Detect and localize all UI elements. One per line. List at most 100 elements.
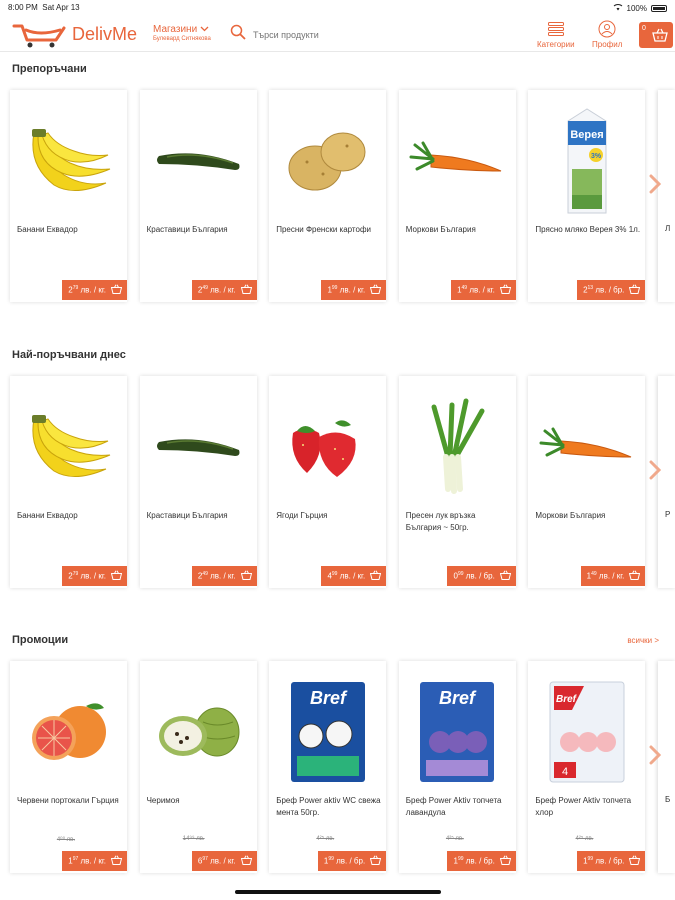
old-price: 4²⁵ лв. — [445, 836, 464, 842]
categories-button[interactable]: Категории — [537, 20, 575, 49]
add-to-cart-button[interactable]: 213 лв. / бр. — [577, 280, 646, 300]
product-card[interactable]: Bref Бреф Power aktiv WC свежа мента 50г… — [269, 661, 387, 873]
basket-icon — [370, 570, 382, 582]
add-to-cart-button[interactable]: 197 лв. / кг. — [62, 851, 127, 871]
chevron-right-icon[interactable] — [649, 460, 662, 480]
add-to-cart-button[interactable]: 199 лв. / бр. — [317, 851, 387, 871]
product-card[interactable]: Краставици България 249 лв. / кг. — [139, 376, 257, 588]
add-to-cart-button[interactable]: 199 лв. / кг. — [321, 280, 387, 300]
bref-chlorine-icon: Bref 4 — [528, 673, 645, 791]
search-bar[interactable] — [230, 24, 453, 45]
product-price: 149 лв. / кг. — [587, 571, 625, 581]
add-to-cart-button[interactable]: 199 лв. / бр. — [447, 851, 516, 871]
add-to-cart-button[interactable]: 499 лв. / кг. — [321, 566, 387, 586]
svg-text:Bref: Bref — [439, 688, 477, 708]
categories-label: Категории — [537, 40, 575, 49]
product-card[interactable]: Моркови България 149 лв. / кг. — [398, 90, 516, 302]
profile-button[interactable]: Профил — [592, 20, 622, 49]
store-address: Булевард Ситнякова — [153, 36, 211, 42]
product-price: 499 лв. / кг. — [327, 571, 365, 581]
product-card-partial[interactable]: Л — [658, 90, 675, 302]
product-price: 197 лв. / кг. — [68, 856, 106, 866]
product-name-partial: Л — [665, 224, 671, 233]
menu-icon — [547, 20, 564, 38]
add-to-cart-button[interactable]: 149 лв. / кг. — [580, 566, 646, 586]
cart-button[interactable]: 0 — [639, 22, 673, 48]
product-card[interactable]: Bref Бреф Power Aktiv топчета лавандула 4… — [398, 661, 516, 873]
product-card[interactable]: Банани Еквадор 279 лв. / кг. — [10, 90, 127, 302]
price-unit: лв. / кг. — [339, 571, 366, 581]
product-card[interactable]: Краставици България 249 лв. / кг. — [139, 90, 257, 302]
price-decimal: 99 — [331, 571, 338, 578]
store-selector[interactable]: Магазини Булевард Ситнякова — [153, 24, 211, 42]
basket-icon — [240, 855, 252, 867]
price-decimal: 99 — [587, 856, 594, 863]
add-to-cart-button[interactable]: 099 лв. / бр. — [447, 566, 516, 586]
svg-text:Верея: Верея — [570, 129, 603, 141]
price-decimal: 99 — [457, 856, 464, 863]
svg-text:3%: 3% — [591, 153, 602, 160]
cucumber-icon — [140, 102, 257, 220]
old-price: 4²⁵ лв. — [316, 836, 335, 842]
product-name: Прясно мляко Верея 3% 1л. — [535, 225, 641, 234]
product-name-partial: Б — [665, 795, 671, 804]
carrot-icon — [528, 388, 645, 506]
add-to-cart-button[interactable]: 199 лв. / бр. — [577, 851, 646, 871]
product-card[interactable]: Моркови България 149 лв. / кг. — [528, 376, 646, 588]
basket-icon — [370, 284, 382, 296]
green-onion-icon — [399, 388, 516, 506]
bref-mint-icon: Bref — [269, 673, 386, 791]
product-card-partial[interactable]: Р — [658, 376, 675, 588]
cart-count: 0 — [642, 25, 646, 32]
price-decimal: 99 — [328, 856, 334, 863]
old-price: 4²⁵ лв. — [575, 836, 594, 842]
product-card[interactable]: Банани Еквадор 279 лв. / кг. — [10, 376, 127, 588]
product-card[interactable]: Bref 4 Бреф Power Aktiv топчета хлор 4²⁵ л… — [528, 661, 646, 873]
search-input[interactable] — [253, 29, 453, 40]
basket-icon — [499, 855, 511, 867]
basket-icon — [499, 570, 511, 582]
status-bar: 8:00 PM Sat Apr 13 100% — [0, 0, 675, 14]
product-card[interactable]: Пресни Френски картофи 199 лв. / кг. — [269, 90, 387, 302]
cart-logo-icon — [12, 20, 68, 48]
old-price: 14⁹⁹ лв. — [182, 836, 205, 842]
potato-icon — [269, 102, 386, 220]
profile-label: Профил — [592, 40, 623, 49]
product-card[interactable]: Пресен лук връзка България ~ 50гр. 099 лв… — [398, 376, 516, 588]
product-row-recommended: Банани Еквадор 279 лв. / кг. Краставици Б… — [10, 90, 675, 304]
add-to-cart-button[interactable]: 697 лв. / кг. — [191, 851, 257, 871]
svg-text:Bref: Bref — [310, 688, 348, 708]
status-right: 100% — [613, 3, 667, 13]
product-card[interactable]: Червени портокали Гърция 4⁰⁰ лв. 197 лв. /… — [10, 661, 127, 873]
price-decimal: 79 — [72, 285, 79, 292]
product-card[interactable]: Ягоди Гърция 499 лв. / кг. — [269, 376, 387, 588]
add-to-cart-button[interactable]: 149 лв. / кг. — [451, 280, 516, 300]
price-decimal: 79 — [72, 571, 79, 578]
battery-icon — [651, 4, 667, 12]
product-price: 199 лв. / бр. — [583, 856, 624, 866]
price-decimal: 49 — [202, 285, 208, 292]
price-unit: лв. / бр. — [465, 856, 495, 866]
add-to-cart-button[interactable]: 249 лв. / кг. — [191, 280, 257, 300]
product-card[interactable]: Черимоя 14⁹⁹ лв. 697 лв. / кг. — [139, 661, 257, 873]
product-card-partial[interactable]: Б — [658, 661, 675, 873]
product-name: Ягоди Гърция — [276, 511, 328, 520]
strawberry-icon — [269, 388, 386, 506]
add-to-cart-button[interactable]: 279 лв. / кг. — [62, 280, 127, 300]
logo[interactable]: DelivMe — [12, 20, 137, 48]
chevron-right-icon[interactable] — [649, 174, 662, 194]
svg-text:4: 4 — [562, 766, 568, 778]
product-name: Моркови България — [535, 511, 606, 520]
price-decimal: 49 — [461, 285, 468, 292]
add-to-cart-button[interactable]: 249 лв. / кг. — [191, 566, 257, 586]
see-all-link[interactable]: всички > — [627, 636, 659, 645]
basket-icon — [370, 855, 382, 867]
chevron-right-icon[interactable] — [649, 745, 662, 765]
basket-icon — [110, 855, 123, 867]
product-price: 199 лв. / кг. — [327, 285, 365, 295]
price-decimal: 97 — [202, 856, 208, 863]
price-unit: лв. / бр. — [595, 285, 625, 295]
home-indicator[interactable] — [235, 890, 441, 894]
add-to-cart-button[interactable]: 279 лв. / кг. — [62, 566, 127, 586]
product-card[interactable]: Верея 3% Прясно мляко Верея 3% 1л. 213 лв… — [528, 90, 646, 302]
